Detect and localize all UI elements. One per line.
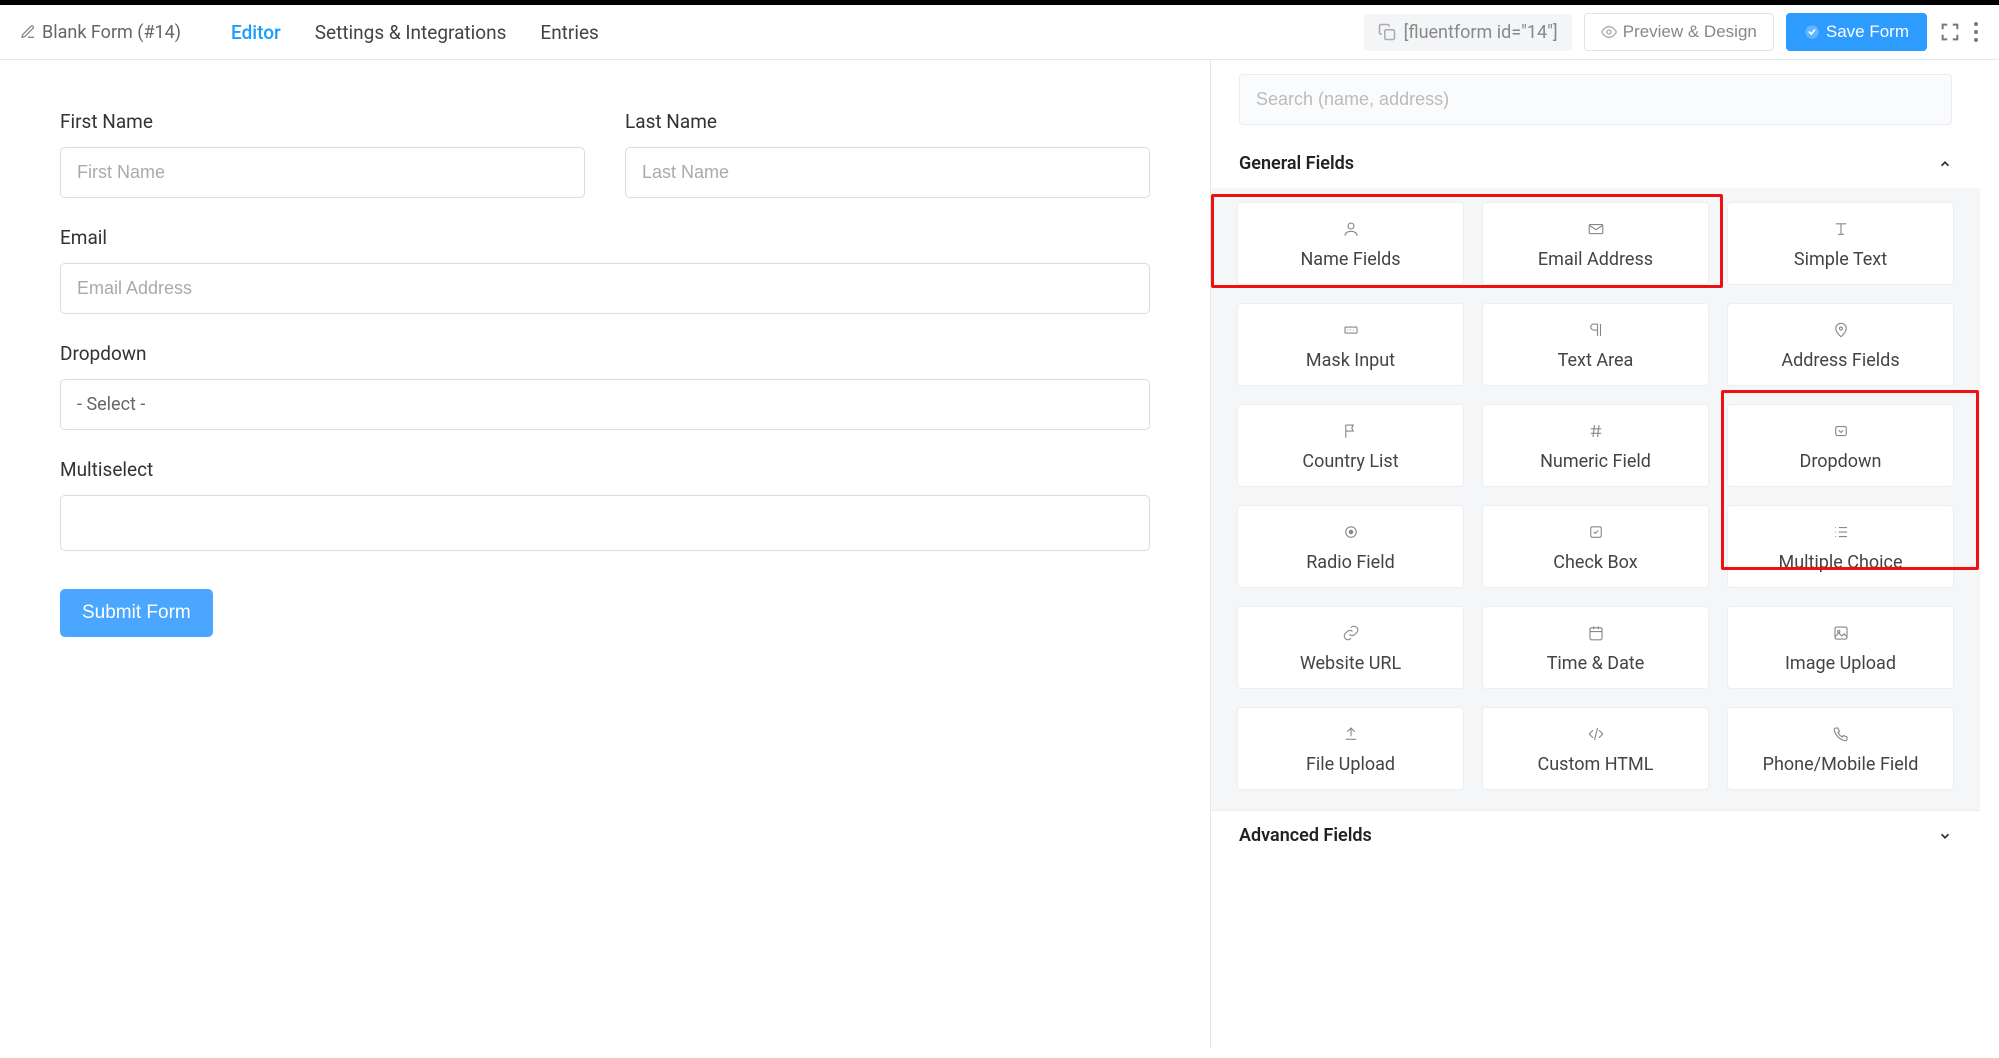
user-icon bbox=[1342, 220, 1360, 238]
field-label: Phone/Mobile Field bbox=[1763, 754, 1919, 775]
fullscreen-button[interactable] bbox=[1939, 21, 1961, 43]
field-label: Radio Field bbox=[1306, 552, 1395, 573]
field-label: Numeric Field bbox=[1540, 451, 1651, 472]
flag-icon bbox=[1342, 422, 1360, 440]
general-fields-header[interactable]: General Fields bbox=[1211, 139, 1980, 188]
envelope-icon bbox=[1587, 220, 1605, 238]
field-email-address[interactable]: Email Address bbox=[1482, 202, 1709, 285]
phone-icon bbox=[1832, 725, 1850, 743]
shortcode-text: [fluentform id="14"] bbox=[1404, 22, 1558, 43]
first-name-label: First Name bbox=[60, 110, 585, 133]
dropdown-icon bbox=[1832, 422, 1850, 440]
field-label: Time & Date bbox=[1547, 653, 1645, 674]
field-label: Name Fields bbox=[1300, 249, 1400, 270]
shortcode-box[interactable]: [fluentform id="14"] bbox=[1364, 14, 1572, 51]
form-canvas: First Name Last Name Email Dropdown - Se… bbox=[0, 60, 1210, 1048]
calendar-icon bbox=[1587, 624, 1605, 642]
topbar: Blank Form (#14) Editor Settings & Integ… bbox=[0, 5, 1999, 60]
fields-sidebar: General Fields Name Fields Email Address… bbox=[1210, 60, 1980, 1048]
eye-icon bbox=[1601, 24, 1617, 40]
chevron-up-icon bbox=[1938, 157, 1952, 171]
field-label: Image Upload bbox=[1785, 653, 1896, 674]
last-name-input[interactable] bbox=[625, 147, 1150, 198]
pencil-icon bbox=[20, 24, 36, 40]
field-label: Website URL bbox=[1300, 653, 1401, 674]
map-pin-icon bbox=[1832, 321, 1850, 339]
check-circle-icon bbox=[1804, 24, 1820, 40]
more-button[interactable] bbox=[1973, 21, 1979, 43]
tab-editor[interactable]: Editor bbox=[229, 15, 283, 50]
advanced-fields-title: Advanced Fields bbox=[1239, 825, 1372, 846]
copy-icon bbox=[1378, 23, 1396, 41]
text-icon bbox=[1832, 220, 1850, 238]
field-file-upload[interactable]: File Upload bbox=[1237, 707, 1464, 790]
preview-button[interactable]: Preview & Design bbox=[1584, 13, 1774, 51]
email-label: Email bbox=[60, 226, 1150, 249]
field-label: Multiple Choice bbox=[1778, 552, 1902, 573]
advanced-fields-header[interactable]: Advanced Fields bbox=[1211, 810, 1980, 860]
field-label: Dropdown bbox=[1800, 451, 1882, 472]
field-dropdown[interactable]: Dropdown bbox=[1727, 404, 1954, 487]
field-label: Email Address bbox=[1538, 249, 1653, 270]
field-label: Simple Text bbox=[1794, 249, 1887, 270]
email-input[interactable] bbox=[60, 263, 1150, 314]
form-title[interactable]: Blank Form (#14) bbox=[20, 22, 181, 43]
main: First Name Last Name Email Dropdown - Se… bbox=[0, 60, 1999, 1048]
field-time-date[interactable]: Time & Date bbox=[1482, 606, 1709, 689]
field-label: Country List bbox=[1302, 451, 1398, 472]
field-name-fields[interactable]: Name Fields bbox=[1237, 202, 1464, 285]
paragraph-icon bbox=[1587, 321, 1605, 339]
tabs: Editor Settings & Integrations Entries bbox=[229, 15, 601, 50]
field-phone-mobile[interactable]: Phone/Mobile Field bbox=[1727, 707, 1954, 790]
field-multiple-choice[interactable]: Multiple Choice bbox=[1727, 505, 1954, 588]
field-check-box[interactable]: Check Box bbox=[1482, 505, 1709, 588]
upload-icon bbox=[1342, 725, 1360, 743]
field-address-fields[interactable]: Address Fields bbox=[1727, 303, 1954, 386]
general-fields-title: General Fields bbox=[1239, 153, 1354, 174]
field-numeric-field[interactable]: Numeric Field bbox=[1482, 404, 1709, 487]
field-custom-html[interactable]: Custom HTML bbox=[1482, 707, 1709, 790]
tab-entries[interactable]: Entries bbox=[538, 15, 600, 50]
last-name-label: Last Name bbox=[625, 110, 1150, 133]
keyboard-icon bbox=[1342, 321, 1360, 339]
multiselect-input[interactable] bbox=[60, 495, 1150, 551]
search-input[interactable] bbox=[1239, 74, 1952, 125]
field-image-upload[interactable]: Image Upload bbox=[1727, 606, 1954, 689]
link-icon bbox=[1342, 624, 1360, 642]
checkbox-icon bbox=[1587, 523, 1605, 541]
radio-icon bbox=[1342, 523, 1360, 541]
multiselect-label: Multiselect bbox=[60, 458, 1150, 481]
field-radio-field[interactable]: Radio Field bbox=[1237, 505, 1464, 588]
more-vertical-icon bbox=[1973, 21, 1979, 43]
field-website-url[interactable]: Website URL bbox=[1237, 606, 1464, 689]
field-label: Text Area bbox=[1558, 350, 1634, 371]
field-text-area[interactable]: Text Area bbox=[1482, 303, 1709, 386]
dropdown-select[interactable]: - Select - bbox=[60, 379, 1150, 430]
hash-icon bbox=[1587, 422, 1605, 440]
tab-settings[interactable]: Settings & Integrations bbox=[313, 15, 509, 50]
submit-button[interactable]: Submit Form bbox=[60, 589, 213, 637]
chevron-down-icon bbox=[1938, 829, 1952, 843]
image-icon bbox=[1832, 624, 1850, 642]
field-label: Check Box bbox=[1553, 552, 1637, 573]
field-label: File Upload bbox=[1306, 754, 1395, 775]
field-label: Custom HTML bbox=[1538, 754, 1654, 775]
general-fields-grid: Name Fields Email Address Simple Text Ma… bbox=[1211, 188, 1980, 810]
dropdown-label: Dropdown bbox=[60, 342, 1150, 365]
field-label: Mask Input bbox=[1306, 350, 1395, 371]
list-icon bbox=[1832, 523, 1850, 541]
field-mask-input[interactable]: Mask Input bbox=[1237, 303, 1464, 386]
preview-label: Preview & Design bbox=[1623, 22, 1757, 42]
topbar-right: [fluentform id="14"] Preview & Design Sa… bbox=[1364, 13, 1979, 51]
field-country-list[interactable]: Country List bbox=[1237, 404, 1464, 487]
expand-icon bbox=[1939, 21, 1961, 43]
save-button[interactable]: Save Form bbox=[1786, 13, 1927, 51]
save-label: Save Form bbox=[1826, 22, 1909, 42]
field-simple-text[interactable]: Simple Text bbox=[1727, 202, 1954, 285]
first-name-input[interactable] bbox=[60, 147, 585, 198]
form-title-text: Blank Form (#14) bbox=[42, 22, 181, 43]
field-label: Address Fields bbox=[1781, 350, 1899, 371]
code-icon bbox=[1587, 725, 1605, 743]
